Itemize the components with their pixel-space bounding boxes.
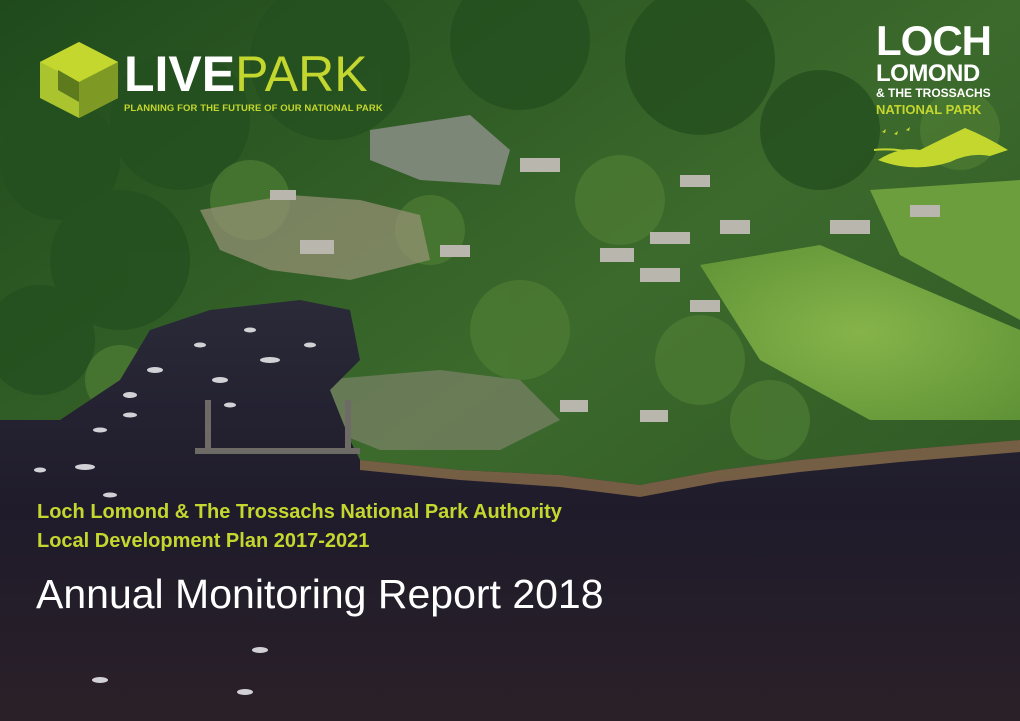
logo-line-loch: LOCH <box>876 17 992 64</box>
live-word: LIVE <box>124 46 236 102</box>
report-cover: LIVEPARK PLANNING FOR THE FUTURE OF OUR … <box>0 0 1020 721</box>
live-park-tagline: PLANNING FOR THE FUTURE OF OUR NATIONAL … <box>124 103 383 114</box>
logo-line-trossachs: & THE TROSSACHS <box>876 86 991 100</box>
loch-and-hills-icon <box>873 127 1008 168</box>
live-park-logo: LIVEPARK PLANNING FOR THE FUTURE OF OUR … <box>36 40 436 120</box>
authority-heading: Loch Lomond & The Trossachs National Par… <box>37 501 562 523</box>
logo-line-national-park: NATIONAL PARK <box>876 102 982 117</box>
green-hexagon-cube-icon <box>40 42 118 118</box>
national-park-logo: LOCH LOMOND & THE TROSSACHS NATIONAL PAR… <box>866 18 1016 178</box>
report-title: Annual Monitoring Report 2018 <box>36 571 604 617</box>
plan-heading: Local Development Plan 2017-2021 <box>37 530 370 552</box>
live-park-wordmark: LIVEPARK <box>124 44 368 104</box>
park-word: PARK <box>235 46 368 102</box>
logo-line-lomond: LOMOND <box>876 60 980 87</box>
